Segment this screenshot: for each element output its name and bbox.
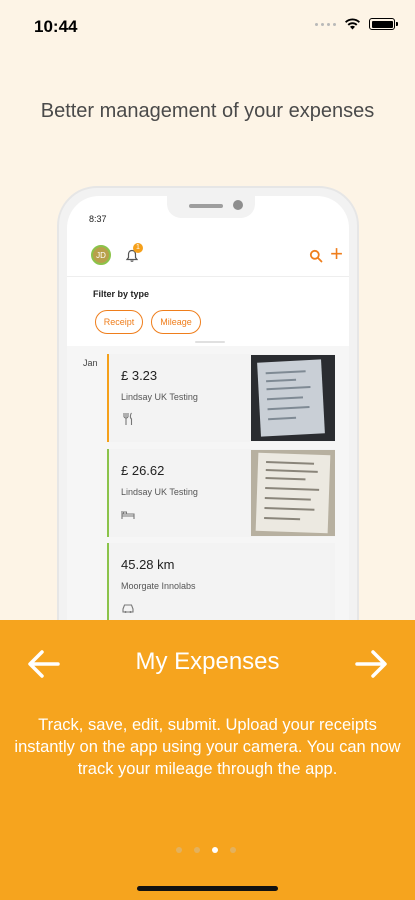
page-indicator[interactable] [176,847,236,853]
phone-mockup: 8:37 JD 1 + Filter by type Receipt Milea… [57,186,359,646]
receipt-thumbnail [251,450,335,536]
arrow-right-icon[interactable] [351,646,391,682]
expense-card: £ 3.23 Lindsay UK Testing [107,354,335,442]
phone-screen: 8:37 JD 1 + Filter by type Receipt Milea… [67,196,349,644]
home-indicator[interactable] [137,886,278,891]
bed-icon [121,511,135,519]
fork-knife-icon [123,412,133,425]
battery-icon [369,18,398,30]
expense-amount: 45.28 km [121,557,175,572]
expense-merchant: Lindsay UK Testing [121,392,198,402]
status-icons [315,18,398,30]
expense-amount: £ 3.23 [121,368,158,383]
page-dot[interactable] [230,847,236,853]
avatar: JD [91,245,111,265]
car-icon [122,604,134,613]
expense-merchant: Lindsay UK Testing [121,487,198,497]
filter-chip-mileage: Mileage [151,310,201,334]
filter-chip-receipt: Receipt [95,310,143,334]
month-label: Jan [83,358,98,368]
notification-badge: 1 [133,243,143,253]
card-accent-bar [107,354,109,442]
divider [67,276,349,277]
phone-notch [167,196,255,218]
expense-card: £ 26.62 Lindsay UK Testing [107,449,335,537]
cellular-dots-icon [315,22,336,26]
headline: Better management of your expenses [40,100,375,122]
filter-label: Filter by type [93,289,150,299]
drag-handle [195,341,225,343]
panel-description: Track, save, edit, submit. Upload your r… [14,716,401,778]
speaker-icon [189,204,223,208]
page-dot[interactable] [176,847,182,853]
status-bar: 10:44 [0,0,415,52]
receipt-thumbnail [251,355,335,441]
expense-merchant: Moorgate Innolabs [121,581,196,591]
card-accent-bar [107,449,109,537]
camera-icon [233,200,243,210]
search-icon [309,249,323,263]
onboarding-panel: My Expenses Track, save, edit, submit. U… [0,620,415,900]
add-icon: + [330,241,343,266]
phone-time: 8:37 [89,214,107,224]
page-dot-active[interactable] [212,847,218,853]
page-dot[interactable] [194,847,200,853]
expense-amount: £ 26.62 [121,463,165,478]
status-time: 10:44 [34,17,78,36]
wifi-icon [345,18,360,30]
